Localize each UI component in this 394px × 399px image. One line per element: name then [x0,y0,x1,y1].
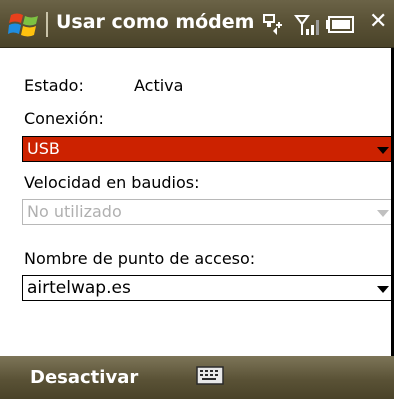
battery-icon [326,16,354,33]
baud-rate-label: Velocidad en baudios: [24,173,200,192]
status-value: Activa [134,76,184,95]
apn-label: Nombre de punto de acceso: [24,249,256,268]
connection-label: Conexión: [24,109,104,128]
deactivate-softkey[interactable]: Desactivar [30,367,138,388]
window-title: Usar como módem [56,11,255,33]
chevron-down-icon [377,210,389,217]
close-icon[interactable]: ✕ [369,9,387,34]
apn-dropdown[interactable]: airtelwap.es [22,275,394,301]
data-connection-icon [263,14,282,35]
status-label: Estado: [24,76,84,95]
baud-rate-dropdown: No utilizado [22,199,394,225]
chevron-down-icon[interactable] [377,286,389,293]
title-bar: Usar como módem ✕ [0,0,394,48]
signal-strength-icon [294,15,319,35]
connection-value: USB [27,139,60,158]
apn-value: airtelwap.es [27,278,131,298]
windows-flag-icon[interactable] [8,9,42,39]
baud-rate-value: No utilizado [27,202,122,221]
chevron-down-icon[interactable] [377,147,389,154]
menu-bar: Desactivar [0,356,394,399]
keyboard-icon[interactable] [196,365,224,387]
connection-dropdown[interactable]: USB [22,136,394,162]
title-separator [46,12,48,37]
